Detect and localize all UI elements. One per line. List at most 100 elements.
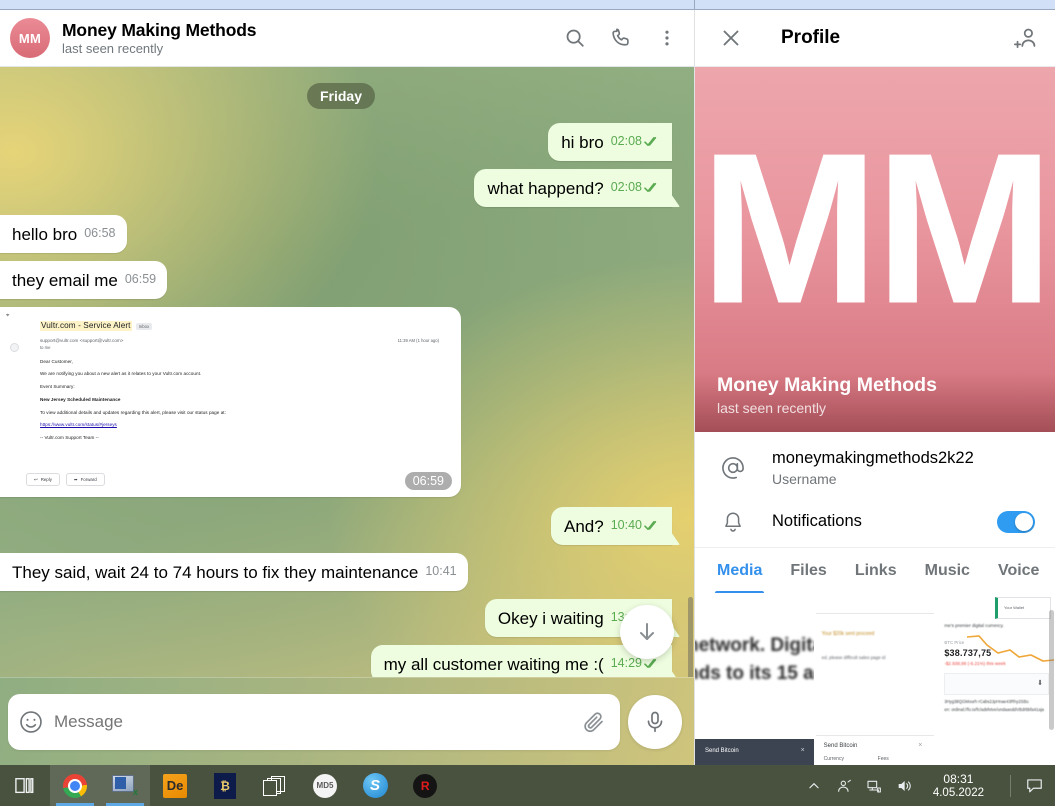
message-row: my all customer waiting me :( 14:29 [0,645,682,677]
notification-icon[interactable] [1010,774,1045,797]
monitor-icon: x [112,774,138,797]
de-app-button[interactable]: De [150,765,200,806]
profile-title: Profile [781,27,841,48]
chat-scrollbar[interactable] [688,67,693,677]
media-thumb-toast: Your Wallet [994,597,1051,619]
message-time: 02:08 [610,134,642,148]
search-icon[interactable] [562,25,588,51]
tab-files[interactable]: Files [776,548,840,593]
tab-media[interactable]: Media [703,548,776,593]
chat-status: last seen recently [62,40,164,56]
email-date: 11:39 AM (1 hour ago) [397,338,439,344]
email-forward-button[interactable]: ➦ Forward [65,472,105,486]
media-thumb-sparkline [966,635,1055,662]
forward-icon: ➦ [73,476,78,482]
message-time: 06:58 [84,226,116,240]
bitcoin-app-button[interactable]: ₿ [200,765,250,806]
s-app-button[interactable]: S [350,765,400,806]
message-bubble-incoming[interactable]: they email me 06:59 [0,261,168,299]
phone-icon[interactable] [608,25,634,51]
message-bubble-outgoing[interactable]: hi bro 02:08 [548,123,672,161]
add-user-icon[interactable] [1013,25,1039,51]
download-icon: ⬇ [1037,680,1043,687]
avatar[interactable]: MM [10,18,50,58]
message-meta: 10:41 [425,560,456,584]
media-thumb-close-icon: × [918,742,923,749]
profile-notifications-row[interactable]: Notifications [695,498,1055,545]
speaker-icon[interactable] [896,777,913,794]
task-view-button[interactable] [0,765,50,806]
media-thumbnail[interactable]: Your $20k sent proceed ed, please diffic… [815,593,935,765]
email-line-1: We are notifying you about a new alert a… [40,371,202,377]
more-vertical-icon[interactable] [654,25,680,51]
media-thumb-footer: Send Bitcoin × Currency Fees [815,735,935,765]
message-bubble-incoming[interactable]: hello bro 06:58 [0,215,127,253]
arrow-down-icon[interactable] [620,605,674,659]
media-thumb-line-2: ed, please difficult sales page id [821,655,886,660]
chat-header-actions [562,25,680,51]
message-bubble-incoming[interactable]: They said, wait 24 to 74 hours to fix th… [0,553,468,591]
message-bubble-outgoing[interactable]: what happend? 02:08 [474,169,672,207]
email-actions: ↩ Reply ➦ Forward [26,472,105,486]
profile-username-value: moneymakingmethods2k22 [772,449,974,467]
email-from-name: support@vultr.com [40,338,79,344]
profile-cover[interactable]: MM Money Making Methods last seen recent… [695,67,1055,432]
message-list[interactable]: Friday hi bro 02:08 what happend? 02:08 … [0,67,694,677]
profile-scrollbar[interactable] [1049,610,1054,730]
message-bubble-photo[interactable]: ⌖ Vultr.com - Service Alert Inbox suppor… [0,307,461,497]
message-time: 02:08 [610,180,642,194]
message-row: ⌖ Vultr.com - Service Alert Inbox suppor… [0,307,682,497]
chrome-icon [63,773,87,798]
tab-voice[interactable]: Voice [984,548,1054,593]
md5-app-button[interactable]: MD5 [300,765,350,806]
message-time: 10:41 [425,564,457,578]
notifications-toggle[interactable] [997,510,1035,533]
media-thumb-col-2: Fees [877,756,889,762]
message-meta: 06:58 [84,222,115,246]
message-bubble-outgoing[interactable]: And? 10:40 [551,507,672,545]
chat-scrollbar-thumb[interactable] [688,597,693,677]
chat-column: MM Money Making Methods last seen recent… [0,10,694,765]
paperclip-icon[interactable] [582,710,606,734]
smiley-icon[interactable] [18,709,44,735]
taskbar-clock[interactable]: 08:31 4.05.2022 [933,772,984,800]
redline-app-button[interactable]: R [400,765,450,806]
email-status-link[interactable]: https://www.vultr.com/status/#jerseys [40,422,117,427]
message-time: 06:59 [124,272,157,286]
read-receipt-icon [644,520,660,531]
tab-music[interactable]: Music [911,548,984,593]
redline-letter: R [420,778,430,793]
copy-stack-icon [263,774,287,798]
profile-header: Profile [695,10,1055,67]
email-reply-button[interactable]: ↩ Reply [26,472,60,486]
media-thumbnail[interactable]: Your Wallet me's premier digital currenc… [936,593,1055,765]
profile-username-row[interactable]: moneymakingmethods2k22 Username [695,438,1055,498]
read-receipt-icon [644,658,660,669]
message-meta: 06:59 [125,268,156,292]
message-input-container[interactable] [8,693,620,750]
email-signature: -- Vultr.com Support Team -- [40,435,99,441]
windows-stack-button[interactable] [250,765,300,806]
message-text: And? [564,517,604,536]
message-input[interactable] [54,711,572,732]
microphone-icon[interactable] [628,694,682,749]
chat-header-text[interactable]: Money Making Methods last seen recently [62,20,562,57]
message-row: Okey i waiting 13:22 [0,599,682,637]
chrome-button[interactable] [50,765,100,806]
email-line-3: New Jersey Scheduled Maintenance [40,396,121,402]
message-time: 10:40 [610,518,642,532]
chevron-up-icon[interactable] [806,777,823,794]
tab-links[interactable]: Links [841,548,911,593]
profile-tabs: Media Files Links Music Voice Gro [695,547,1055,593]
app-root: MM Money Making Methods last seen recent… [0,10,1055,765]
taskbar: x De ₿ MD5 S R 08:31 4.05.2022 [0,765,1055,806]
remote-desktop-button[interactable]: x [100,765,150,806]
message-row: hello bro 06:58 [0,215,682,253]
profile-info-list: moneymakingmethods2k22 Username Notifica… [695,432,1055,547]
de-icon: De [163,773,187,798]
network-icon[interactable] [866,777,883,794]
email-reply-label: Reply [40,476,52,482]
close-icon[interactable] [719,26,743,50]
camera-icon[interactable] [836,777,853,794]
media-thumbnail[interactable]: network. DigitalO nds to its 15 addition… [695,593,814,765]
